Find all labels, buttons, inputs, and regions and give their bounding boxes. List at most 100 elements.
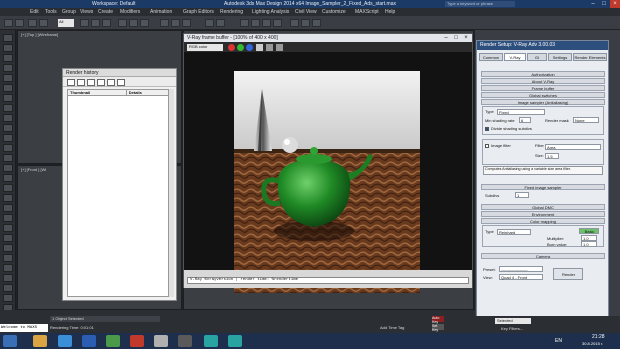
tool-icon-2[interactable]: [3, 44, 13, 52]
tab-common[interactable]: Common: [479, 53, 503, 61]
view-dropdown[interactable]: Quad 4 - Front: [499, 274, 543, 280]
rollout-global-switches[interactable]: Global switches: [481, 92, 605, 98]
set-key-button[interactable]: Set Key: [432, 324, 444, 332]
menu-modifiers[interactable]: Modifiers: [120, 9, 140, 15]
tool-icon-15[interactable]: [3, 174, 13, 182]
tool-icon-26[interactable]: [3, 284, 13, 292]
3dsmax-secondary-icon[interactable]: [228, 335, 242, 347]
mono-icon[interactable]: [256, 44, 263, 51]
tool-icon-24[interactable]: [3, 264, 13, 272]
unlink-icon[interactable]: [39, 19, 48, 27]
tool-icon-22[interactable]: [3, 244, 13, 252]
red-channel-icon[interactable]: [228, 44, 235, 51]
move-icon[interactable]: [118, 19, 127, 27]
tool-icon-10[interactable]: [3, 124, 13, 132]
min-shading-input[interactable]: 6: [519, 117, 531, 123]
menu-rendering[interactable]: Rendering: [220, 9, 243, 15]
tab-gi[interactable]: GI: [527, 53, 547, 61]
rotate-icon[interactable]: [129, 19, 138, 27]
redo-icon[interactable]: [15, 19, 24, 27]
selected-dropdown[interactable]: Selected: [495, 318, 531, 324]
viewport-front-label[interactable]: [+] [Front ] [Wi: [21, 167, 46, 172]
burn-input[interactable]: 1.0: [581, 241, 597, 247]
selection-filter-dropdown[interactable]: All: [58, 19, 74, 27]
tab-render-elements[interactable]: Render Elements: [573, 53, 607, 61]
tool-icon-20[interactable]: [3, 224, 13, 232]
menu-edit[interactable]: Edit: [30, 9, 39, 15]
channel-dropdown[interactable]: RGB color: [187, 44, 223, 51]
rollout-global-dmc[interactable]: Global DMC: [481, 204, 605, 210]
clock-time[interactable]: 21:28: [592, 334, 605, 340]
start-icon[interactable]: [3, 335, 17, 347]
cm-basic-button[interactable]: Basic: [579, 228, 599, 234]
rollout-about[interactable]: About V-Ray: [481, 78, 605, 84]
history-settings-icon[interactable]: [117, 79, 125, 86]
curve-editor-icon[interactable]: [251, 19, 260, 27]
align-icon[interactable]: [216, 19, 225, 27]
select-icon[interactable]: [80, 19, 89, 27]
maxscript-listener[interactable]: Welcome to MAXS: [0, 324, 48, 332]
image-filter-checkbox[interactable]: [485, 144, 489, 148]
tool-icon-3[interactable]: [3, 54, 13, 62]
tool-icon-11[interactable]: [3, 134, 13, 142]
divide-shading-checkbox[interactable]: [485, 127, 489, 131]
tool-icon-16[interactable]: [3, 184, 13, 192]
fb-maximize-button[interactable]: □: [451, 34, 461, 42]
undo-icon[interactable]: [4, 19, 13, 27]
menu-graph-editors[interactable]: Graph Editors: [183, 9, 214, 15]
history-load-icon[interactable]: [97, 79, 105, 86]
rollout-color-mapping[interactable]: Color mapping: [481, 218, 605, 224]
subdivs-input[interactable]: 1: [515, 192, 529, 198]
flag-icon[interactable]: [154, 335, 168, 347]
tool-icon-18[interactable]: [3, 204, 13, 212]
tool-icon-6[interactable]: [3, 84, 13, 92]
link-icon[interactable]: [28, 19, 37, 27]
rendered-frame-icon[interactable]: [301, 19, 310, 27]
render-history-list[interactable]: [67, 95, 169, 297]
tool-icon-5[interactable]: [3, 74, 13, 82]
language-indicator[interactable]: EN: [555, 338, 562, 344]
filter-dropdown[interactable]: Area: [545, 144, 601, 150]
tool-icon-1[interactable]: [3, 34, 13, 42]
menu-help[interactable]: Help: [385, 9, 395, 15]
folder-icon[interactable]: [106, 335, 120, 347]
tool-icon-14[interactable]: [3, 164, 13, 172]
tool-icon-12[interactable]: [3, 144, 13, 152]
layer-icon[interactable]: [240, 19, 249, 27]
scale-icon[interactable]: [140, 19, 149, 27]
filter-size-input[interactable]: 1.5: [545, 153, 559, 159]
browser-icon[interactable]: [130, 335, 144, 347]
mirror-icon[interactable]: [205, 19, 214, 27]
menu-animation[interactable]: Animation: [150, 9, 172, 15]
fb-minimize-button[interactable]: –: [441, 34, 451, 42]
material-editor-icon[interactable]: [273, 19, 282, 27]
menu-maxscript[interactable]: MAXScript: [355, 9, 379, 15]
tab-vray[interactable]: V-Ray: [504, 53, 526, 61]
rollout-environment[interactable]: Environment: [481, 211, 605, 217]
tool-icon-27[interactable]: [3, 294, 13, 302]
menu-tools[interactable]: Tools: [45, 9, 57, 15]
tool-icon-4[interactable]: [3, 64, 13, 72]
tool-icon-8[interactable]: [3, 104, 13, 112]
close-button[interactable]: ×: [610, 0, 620, 8]
render-button[interactable]: Render: [553, 268, 583, 280]
search-input[interactable]: Type a keyword or phrase: [445, 1, 515, 7]
snap-icon[interactable]: [160, 19, 169, 27]
app-icon[interactable]: [178, 335, 192, 347]
fb-close-button[interactable]: ×: [461, 34, 471, 42]
menu-lighting-analysis[interactable]: Lighting Analysis: [252, 9, 289, 15]
clock-date[interactable]: 30.8.2015 г.: [582, 341, 603, 346]
schematic-icon[interactable]: [262, 19, 271, 27]
rollout-image-sampler[interactable]: Image sampler (Antialiasing): [481, 99, 605, 105]
history-compare-icon[interactable]: [107, 79, 115, 86]
rollout-frame-buffer[interactable]: Frame buffer: [481, 85, 605, 91]
rollout-fixed-sampler[interactable]: Fixed image sampler: [481, 184, 605, 190]
render-teapot-icon[interactable]: [312, 19, 321, 27]
tool-icon-13[interactable]: [3, 154, 13, 162]
render-mask-dropdown[interactable]: None: [573, 117, 599, 123]
green-channel-icon[interactable]: [237, 44, 244, 51]
photoshop-icon[interactable]: [58, 335, 72, 347]
rollout-authorization[interactable]: Authorization: [481, 71, 605, 77]
preset-dropdown[interactable]: --------------------: [499, 266, 543, 272]
history-save-icon[interactable]: [77, 79, 85, 86]
